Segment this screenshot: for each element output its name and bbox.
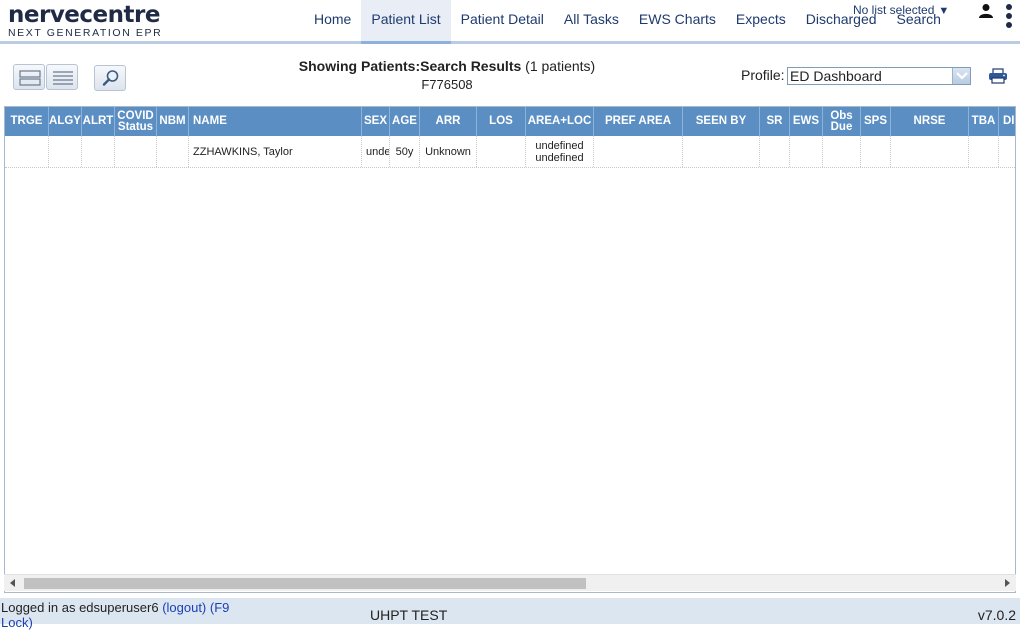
chevron-down-icon[interactable] [952,68,970,84]
cell-algy [49,136,82,167]
nav-all-tasks[interactable]: All Tasks [554,0,629,44]
col-tba[interactable]: TBA [969,107,999,136]
caret-down-icon: ▼ [938,5,950,17]
cell-area: undefined [535,139,584,152]
result-count: (1 patients) [525,58,596,74]
cell-covid-status [115,136,157,167]
col-name[interactable]: NAME [189,107,362,136]
more-options-icon[interactable] [1006,4,1014,30]
cell-loc: undefined [535,151,584,164]
nav-ews-charts[interactable]: EWS Charts [629,0,726,44]
table-row[interactable]: ZZHAWKINS, Taylor unde 50y Unknown undef… [5,136,1015,168]
nav-expects[interactable]: Expects [726,0,796,44]
cell-di [999,136,1015,167]
col-age[interactable]: AGE [390,107,420,136]
col-alrt[interactable]: ALRT [82,107,115,136]
cell-trge [5,136,49,167]
cell-sr [760,136,790,167]
col-algy[interactable]: ALGY [49,107,82,136]
profile-select[interactable]: ED Dashboard [787,67,971,85]
logout-link[interactable]: (logout) [162,600,206,615]
cell-alrt [82,136,115,167]
cell-nbm [157,136,189,167]
logo-tagline: NEXT GENERATION EPR [8,27,163,39]
app-header: nervecentre NEXT GENERATION EPR Home Pat… [0,0,1020,44]
logged-in-text: Logged in as edsuperuser6 [1,600,159,615]
grid-header-row: TRGE ALGY ALRT COVID Status NBM NAME SEX… [5,107,1015,136]
col-arr[interactable]: ARR [420,107,477,136]
nav-patient-detail[interactable]: Patient Detail [451,0,554,44]
cell-nrse [891,136,969,167]
list-selector[interactable]: No list selected ▼ [853,3,949,17]
col-sr[interactable]: SR [760,107,790,136]
logo-wordmark: nervecentre [8,2,160,28]
printer-icon[interactable] [988,68,1008,89]
showing-prefix: Showing Patients: [298,58,421,74]
cell-seen-by [683,136,760,167]
environment-label: UHPT TEST [370,607,448,623]
col-covid-status[interactable]: COVID Status [115,107,157,136]
col-los[interactable]: LOS [477,107,526,136]
cell-tba [969,136,999,167]
col-area-loc[interactable]: AREA+LOC [526,107,594,136]
cell-arr: Unknown [420,136,477,167]
login-status: Logged in as edsuperuser6 (logout) (F9 L… [1,600,246,630]
profile-label: Profile: [741,67,785,83]
cell-age: 50y [390,136,420,167]
col-di[interactable]: DI [999,107,1015,136]
cell-los [477,136,526,167]
col-seen-by[interactable]: SEEN BY [683,107,760,136]
col-trge[interactable]: TRGE [5,107,49,136]
col-sps[interactable]: SPS [861,107,891,136]
horizontal-scrollbar[interactable] [4,574,1016,591]
list-selector-label: No list selected [853,3,935,17]
user-icon[interactable] [978,3,994,19]
version-label: v7.0.2 [977,607,1016,623]
cell-obs-due [823,136,861,167]
nav-home[interactable]: Home [304,0,361,44]
col-ews[interactable]: EWS [790,107,823,136]
scroll-left-icon [10,579,15,587]
col-pref-area[interactable]: PREF AREA [594,107,683,136]
result-label: Search Results [420,58,522,74]
nav-patient-list[interactable]: Patient List [361,0,451,44]
col-obs-due[interactable]: Obs Due [823,107,861,136]
cell-ews [790,136,823,167]
profile-value: ED Dashboard [790,68,882,84]
scroll-right-icon [1005,579,1010,587]
patient-grid: TRGE ALGY ALRT COVID Status NBM NAME SEX… [4,106,1016,593]
col-nrse[interactable]: NRSE [891,107,969,136]
cell-sex: unde [362,136,390,167]
nervecentre-logo[interactable]: nervecentre NEXT GENERATION EPR [8,2,162,38]
col-nbm[interactable]: NBM [157,107,189,136]
cell-area-loc: undefined undefined [526,136,594,167]
cell-sps [861,136,891,167]
scrollbar-thumb[interactable] [24,578,586,589]
cell-name[interactable]: ZZHAWKINS, Taylor [189,136,362,167]
col-sex[interactable]: SEX [362,107,390,136]
status-footer: Logged in as edsuperuser6 (logout) (F9 L… [0,598,1020,630]
cell-pref-area [594,136,683,167]
